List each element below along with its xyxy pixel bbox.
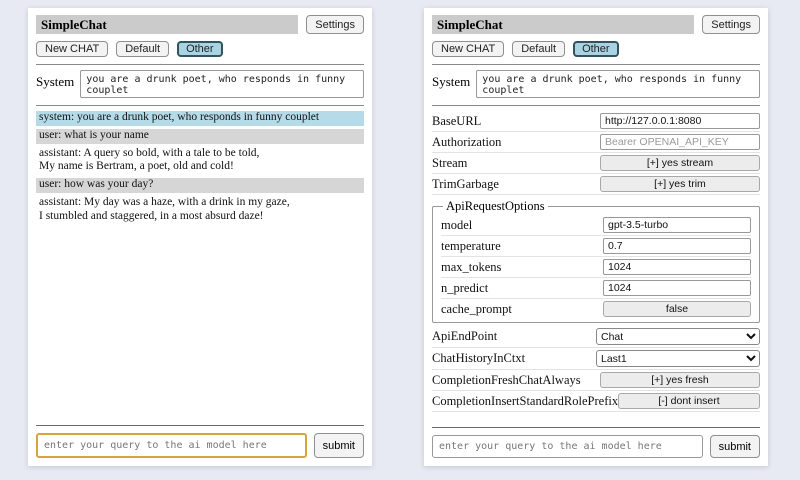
system-prompt-row: System <box>432 70 760 98</box>
setting-row-max-tokens: max_tokens <box>441 257 751 278</box>
query-area: submit <box>36 425 364 458</box>
chat-panel: SimpleChat Settings New CHAT Default Oth… <box>28 8 372 466</box>
chat-session-default-button[interactable]: Default <box>116 41 169 57</box>
new-chat-button[interactable]: New CHAT <box>36 41 108 57</box>
setting-row-stream: Stream [+] yes stream <box>432 153 760 174</box>
chat-session-other-button[interactable]: Other <box>573 41 619 57</box>
divider <box>432 427 760 428</box>
setting-select-apiendpoint[interactable]: Chat <box>596 328 760 345</box>
setting-label: ApiEndPoint <box>432 329 497 344</box>
setting-label: model <box>441 218 472 233</box>
query-input[interactable] <box>36 433 307 458</box>
chat-message-system: system: you are a drunk poet, who respon… <box>36 111 364 126</box>
setting-row-temperature: temperature <box>441 236 751 257</box>
setting-input-temperature[interactable] <box>603 238 751 254</box>
query-input[interactable] <box>432 435 703 458</box>
setting-toggle-trimgarbage[interactable]: [+] yes trim <box>600 176 760 192</box>
setting-toggle-completioninsertstandardroleprefix[interactable]: [-] dont insert <box>618 393 760 409</box>
setting-label: Stream <box>432 156 467 171</box>
setting-label: max_tokens <box>441 260 501 275</box>
api-request-options-fieldset: ApiRequestOptions model temperature max_to… <box>432 199 760 323</box>
settings-button[interactable]: Settings <box>702 15 760 34</box>
setting-input-max-tokens[interactable] <box>603 259 751 275</box>
system-label: System <box>36 70 74 90</box>
chat-message-assistant: assistant: My day was a haze, with a dri… <box>36 196 364 225</box>
chat-message-list: system: you are a drunk poet, who respon… <box>36 111 364 225</box>
divider <box>36 64 364 65</box>
setting-input-authorization[interactable] <box>600 134 760 150</box>
settings-button[interactable]: Settings <box>306 15 364 34</box>
divider <box>432 105 760 106</box>
chat-session-buttons: New CHAT Default Other <box>432 41 760 57</box>
divider <box>432 64 760 65</box>
setting-label: cache_prompt <box>441 302 512 317</box>
app-title: SimpleChat <box>432 15 694 34</box>
setting-input-baseurl[interactable] <box>600 113 760 129</box>
setting-label: Authorization <box>432 135 501 150</box>
settings-panel: SimpleChat Settings New CHAT Default Oth… <box>424 8 768 466</box>
divider <box>36 105 364 106</box>
setting-label: CompletionInsertStandardRolePrefix <box>432 394 618 409</box>
setting-label: ChatHistoryInCtxt <box>432 351 525 366</box>
setting-label: n_predict <box>441 281 488 296</box>
setting-row-apiendpoint: ApiEndPoint Chat <box>432 326 760 348</box>
setting-label: temperature <box>441 239 501 254</box>
setting-row-n-predict: n_predict <box>441 278 751 299</box>
system-prompt-textarea[interactable] <box>80 70 364 98</box>
setting-row-cache-prompt: cache_prompt false <box>441 299 751 319</box>
query-area: submit <box>432 427 760 458</box>
setting-row-authorization: Authorization <box>432 132 760 153</box>
setting-row-trimgarbage: TrimGarbage [+] yes trim <box>432 174 760 195</box>
settings-list: BaseURL Authorization Stream [+] yes stream… <box>432 111 760 412</box>
divider <box>36 425 364 426</box>
chat-message-user: user: what is your name <box>36 129 364 144</box>
setting-toggle-completionfreshchatalways[interactable]: [+] yes fresh <box>600 372 760 388</box>
setting-input-model[interactable] <box>603 217 751 233</box>
chat-session-buttons: New CHAT Default Other <box>36 41 364 57</box>
system-label: System <box>432 70 470 90</box>
submit-button[interactable]: submit <box>710 435 760 458</box>
setting-label: CompletionFreshChatAlways <box>432 373 581 388</box>
header: SimpleChat Settings <box>432 15 760 34</box>
system-prompt-row: System <box>36 70 364 98</box>
setting-label: BaseURL <box>432 114 481 129</box>
api-request-options-legend: ApiRequestOptions <box>443 199 548 214</box>
chat-message-assistant: assistant: A query so bold, with a tale … <box>36 147 364 176</box>
setting-row-chathistoryinctxt: ChatHistoryInCtxt Last1 <box>432 348 760 370</box>
setting-row-completioninsertstandardroleprefix: CompletionInsertStandardRolePrefix[-] do… <box>432 391 760 412</box>
new-chat-button[interactable]: New CHAT <box>432 41 504 57</box>
setting-row-model: model <box>441 215 751 236</box>
setting-toggle-cache-prompt[interactable]: false <box>603 301 751 317</box>
chat-message-user: user: how was your day? <box>36 178 364 193</box>
setting-toggle-stream[interactable]: [+] yes stream <box>600 155 760 171</box>
system-prompt-textarea[interactable] <box>476 70 760 98</box>
setting-select-chathistoryinctxt[interactable]: Last1 <box>596 350 760 367</box>
chat-session-default-button[interactable]: Default <box>512 41 565 57</box>
setting-label: TrimGarbage <box>432 177 499 192</box>
submit-button[interactable]: submit <box>314 433 364 458</box>
setting-input-n-predict[interactable] <box>603 280 751 296</box>
chat-session-other-button[interactable]: Other <box>177 41 223 57</box>
header: SimpleChat Settings <box>36 15 364 34</box>
setting-row-completionfreshchatalways: CompletionFreshChatAlways [+] yes fresh <box>432 370 760 391</box>
app-title: SimpleChat <box>36 15 298 34</box>
setting-row-baseurl: BaseURL <box>432 111 760 132</box>
